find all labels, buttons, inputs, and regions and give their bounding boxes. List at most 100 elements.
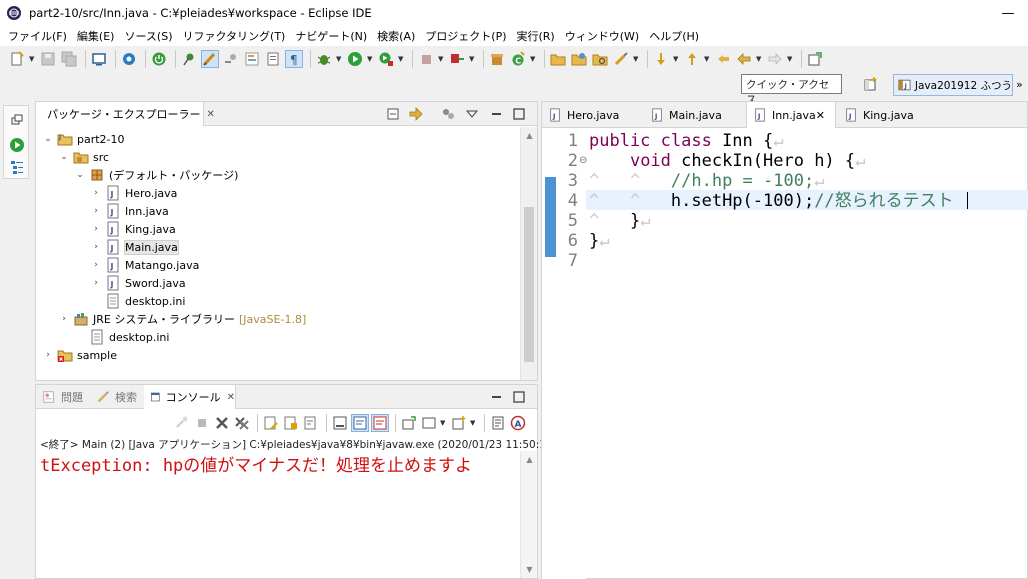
- open-task-icon[interactable]: [570, 50, 588, 68]
- terminal-icon[interactable]: [90, 50, 108, 68]
- scroll-up-icon[interactable]: ▲: [521, 127, 538, 144]
- code-line[interactable]: ^ ^ //h.hp = -100;↵: [589, 171, 824, 191]
- maximize-view-icon[interactable]: [511, 106, 527, 122]
- pin-icon[interactable]: [180, 50, 198, 68]
- tree-item-file[interactable]: desktop.ini: [74, 328, 169, 346]
- close-icon[interactable]: ✕: [206, 109, 214, 120]
- link-with-editor-icon[interactable]: [408, 106, 424, 122]
- settings-gear-icon[interactable]: [120, 50, 138, 68]
- quick-access-input[interactable]: クイック・アクセス: [741, 74, 842, 106]
- tree-item-file[interactable]: › J King.java: [90, 220, 176, 238]
- collapse-all-icon[interactable]: [386, 106, 402, 122]
- tab-search[interactable]: 検索: [90, 385, 144, 409]
- code-line[interactable]: public class Inn {↵: [589, 131, 784, 151]
- code-line-current[interactable]: ^ ^ h.setHp(-100);//怒られるテスト: [589, 191, 954, 211]
- minimize-view-icon[interactable]: [488, 389, 504, 405]
- show-on-stdout-icon[interactable]: [331, 414, 349, 432]
- tab-hero-java[interactable]: J Hero.java: [542, 102, 644, 128]
- show-on-stderr-icon[interactable]: [371, 414, 389, 432]
- maximize-view-icon[interactable]: [511, 389, 527, 405]
- brush-dropdown-icon[interactable]: ▼: [633, 55, 639, 63]
- display-console-dropdown-icon[interactable]: ▼: [440, 419, 446, 427]
- open-console-icon[interactable]: [450, 414, 468, 432]
- view-menu-icon[interactable]: [464, 106, 480, 122]
- console-output[interactable]: tException: hpの値がマイナスだ！処理を止めますよ: [40, 451, 520, 476]
- block-select-icon[interactable]: [264, 50, 282, 68]
- tree-item-file[interactable]: › J Matango.java: [90, 256, 199, 274]
- chevron-right-icon[interactable]: ›: [42, 350, 54, 360]
- chevron-right-icon[interactable]: ›: [90, 206, 102, 216]
- brush-icon[interactable]: [612, 50, 630, 68]
- outline-view-icon[interactable]: [9, 159, 25, 175]
- run-view-icon[interactable]: [9, 137, 25, 153]
- prev-annotation-dropdown-icon[interactable]: ▼: [704, 55, 710, 63]
- minimize-view-icon[interactable]: [488, 106, 504, 122]
- pin-console-icon[interactable]: [400, 414, 418, 432]
- display-console-icon[interactable]: [420, 414, 438, 432]
- scroll-lock-icon[interactable]: [282, 414, 300, 432]
- more-perspectives-icon[interactable]: »: [1016, 78, 1028, 92]
- last-edit-icon[interactable]: [714, 50, 732, 68]
- code-line[interactable]: void checkIn(Hero h) {↵: [589, 151, 865, 171]
- menu-project[interactable]: プロジェクト(P): [420, 28, 511, 44]
- package-explorer-scrollbar[interactable]: ▲: [520, 127, 537, 380]
- scroll-thumb[interactable]: [524, 207, 534, 362]
- console-scrollbar[interactable]: ▲ ▼: [520, 451, 537, 578]
- menu-refactor[interactable]: リファクタリング(T): [177, 28, 290, 44]
- clear-console-icon[interactable]: [262, 414, 280, 432]
- prev-annotation-icon[interactable]: [683, 50, 701, 68]
- new-class-icon[interactable]: C: [509, 50, 527, 68]
- link-icon[interactable]: [222, 50, 240, 68]
- fold-minus-icon[interactable]: ⊖: [579, 155, 587, 166]
- next-annotation-icon[interactable]: [652, 50, 670, 68]
- forward-dropdown-icon[interactable]: ▼: [787, 55, 793, 63]
- remove-all-icon[interactable]: [233, 414, 251, 432]
- new-icon[interactable]: [8, 50, 26, 68]
- chevron-right-icon[interactable]: ›: [58, 314, 70, 324]
- menu-window[interactable]: ウィンドウ(W): [560, 28, 644, 44]
- close-icon[interactable]: ✕: [816, 109, 825, 122]
- tab-inn-java[interactable]: J Inn.java ✕: [746, 102, 836, 128]
- show-on-stdout-toggle-icon[interactable]: [351, 414, 369, 432]
- chevron-right-icon[interactable]: ›: [90, 278, 102, 288]
- menu-help[interactable]: ヘルプ(H): [644, 28, 704, 44]
- focus-icon[interactable]: [440, 106, 456, 122]
- chevron-right-icon[interactable]: ›: [90, 242, 102, 252]
- server-icon[interactable]: [448, 50, 466, 68]
- chevron-down-icon[interactable]: ⌄: [74, 170, 86, 180]
- tasks-icon[interactable]: [243, 50, 261, 68]
- tab-king-java[interactable]: J King.java: [838, 102, 938, 128]
- search-folder-icon[interactable]: [591, 50, 609, 68]
- tab-problems[interactable]: 問題: [36, 385, 90, 409]
- chevron-down-icon[interactable]: ⌄: [58, 152, 70, 162]
- tree-item-jre[interactable]: › JRE システム・ライブラリー [JavaSE-1.8]: [58, 310, 306, 328]
- new-package-icon[interactable]: [488, 50, 506, 68]
- copy-icon[interactable]: [489, 414, 507, 432]
- word-wrap-icon[interactable]: [302, 414, 320, 432]
- code-line[interactable]: ^ }↵: [589, 211, 650, 231]
- new-class-dropdown-icon[interactable]: ▼: [530, 55, 536, 63]
- open-console-dropdown-icon[interactable]: ▼: [470, 419, 476, 427]
- tree-item-src[interactable]: ⌄ src: [58, 148, 109, 166]
- open-perspective-icon[interactable]: [863, 76, 879, 92]
- scroll-down-icon[interactable]: ▼: [521, 561, 538, 578]
- remove-icon[interactable]: [213, 414, 231, 432]
- external-dropdown-icon[interactable]: ▼: [398, 55, 404, 63]
- menu-file[interactable]: ファイル(F): [3, 28, 72, 44]
- minimize-button[interactable]: —: [988, 0, 1028, 26]
- tree-item-default-package[interactable]: ⌄ (デフォルト・パッケージ): [74, 166, 238, 184]
- close-icon[interactable]: ✕: [227, 392, 235, 403]
- new-dropdown-icon[interactable]: ▼: [29, 55, 35, 63]
- code-line[interactable]: }↵: [589, 231, 610, 251]
- spring-boot-icon[interactable]: [150, 50, 168, 68]
- pin-editor-icon[interactable]: [806, 50, 824, 68]
- tab-package-explorer[interactable]: パッケージ・エクスプローラー ✕: [36, 102, 215, 126]
- next-annotation-dropdown-icon[interactable]: ▼: [673, 55, 679, 63]
- debug-icon[interactable]: [315, 50, 333, 68]
- show-whitespace-icon[interactable]: ¶: [285, 50, 303, 68]
- tab-console[interactable]: コンソール ✕: [144, 385, 236, 409]
- tree-item-file[interactable]: › J Hero.java: [90, 184, 177, 202]
- run-icon[interactable]: [346, 50, 364, 68]
- menu-search[interactable]: 検索(A): [372, 28, 420, 44]
- chevron-right-icon[interactable]: ›: [90, 224, 102, 234]
